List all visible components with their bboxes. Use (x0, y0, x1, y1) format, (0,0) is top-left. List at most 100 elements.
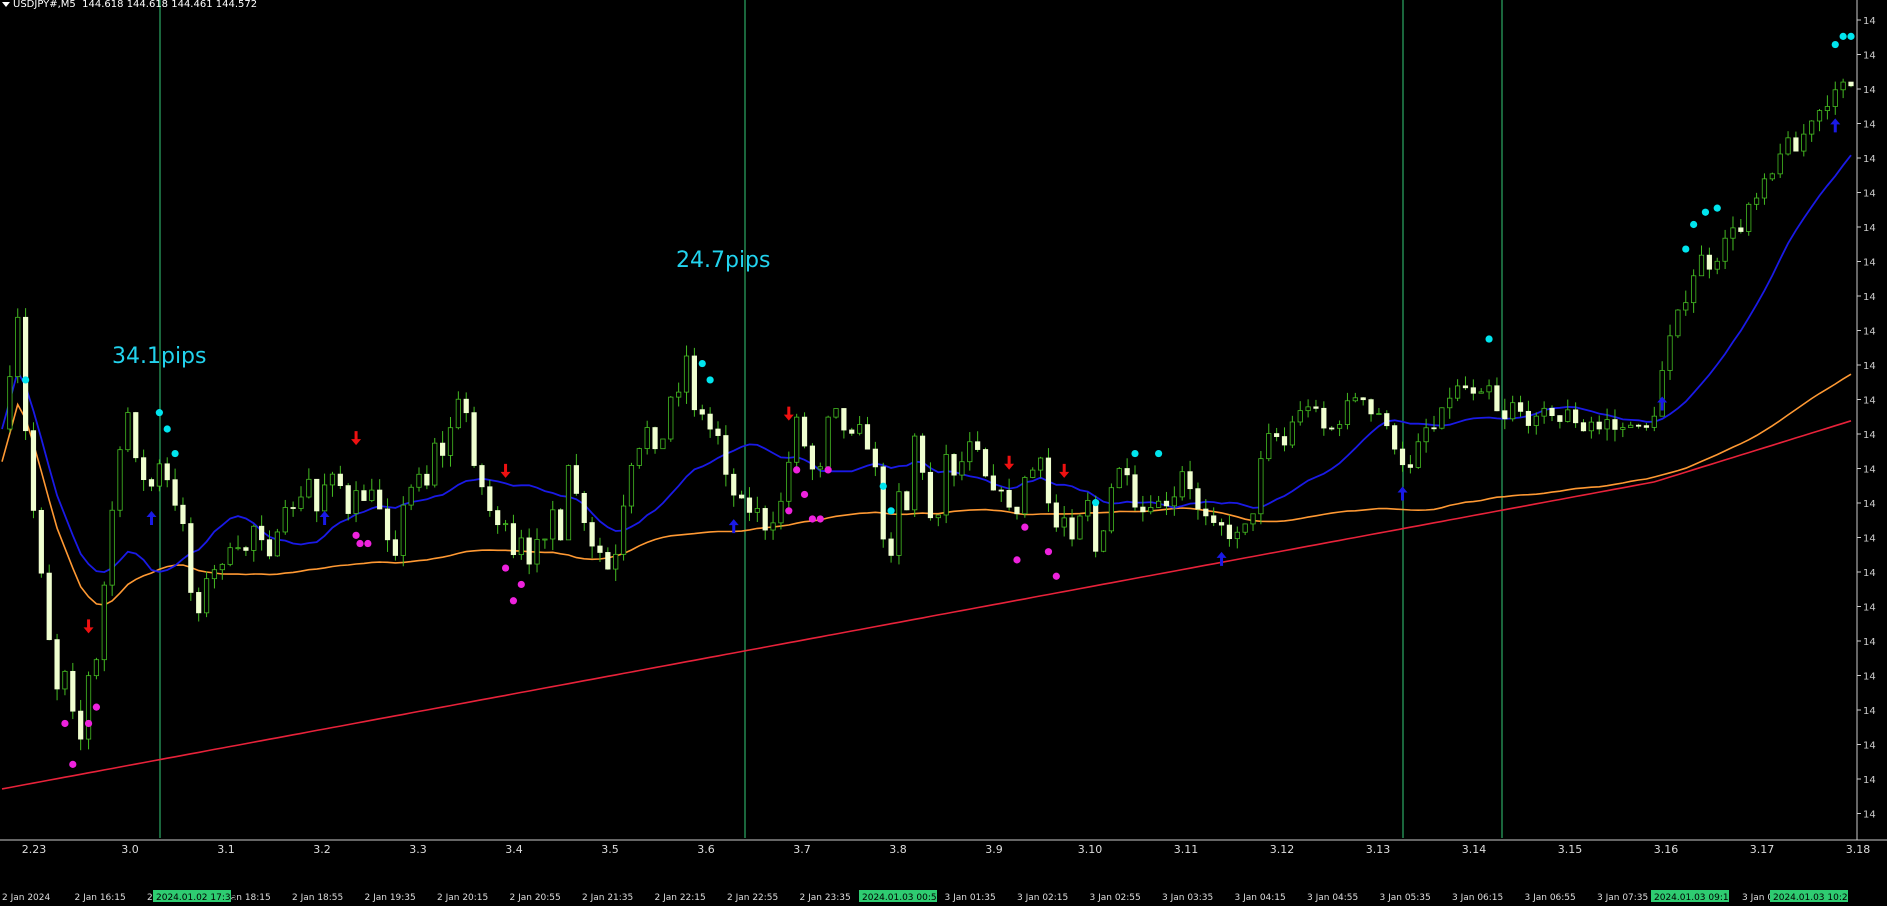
svg-text:2024.01.02 17:35: 2024.01.02 17:35 (156, 893, 236, 903)
candle-body (597, 545, 603, 553)
candle-body (1517, 402, 1524, 412)
candle-body (1454, 385, 1461, 399)
svg-text:2024.01.03 00:55: 2024.01.03 00:55 (862, 893, 942, 903)
candle-body (298, 496, 304, 509)
candle-body (794, 416, 800, 463)
x-tick-label: 3.2 (313, 843, 331, 856)
cyan-signal-dot (887, 507, 895, 515)
candle-body (1376, 413, 1382, 415)
candle-body (1620, 427, 1626, 430)
y-tick-label: 14 (1863, 120, 1876, 131)
candle-body (1069, 517, 1075, 540)
candle-body (46, 572, 52, 641)
candle-body (400, 504, 406, 556)
time-tick-label: 3 Jan 05:35 (1380, 893, 1431, 903)
candle-body (1258, 458, 1264, 515)
candle-body (447, 427, 454, 456)
candle-body (1077, 515, 1083, 540)
y-tick-label: 14 (1863, 361, 1876, 372)
candle-body (290, 507, 296, 509)
candle-body (1242, 523, 1248, 533)
svg-text:2024.01.03 10:25: 2024.01.03 10:25 (1773, 893, 1853, 903)
candle-body (1824, 106, 1830, 112)
highlight-time-badge: 2024.01.03 09:10 (1651, 890, 1735, 903)
candle-body (809, 445, 816, 470)
cyan-signal-dot (879, 482, 887, 490)
magenta-signal-dot (509, 597, 518, 605)
candle-body (463, 398, 469, 414)
highlight-time-badge: 2024.01.02 17:35 (153, 890, 236, 903)
candle-body (180, 504, 186, 524)
candle-body (1100, 530, 1107, 552)
candle-body (1360, 397, 1366, 401)
cyan-signal-dot (1690, 220, 1698, 229)
x-tick-label: 3.0 (121, 843, 139, 856)
candle-body (1392, 425, 1398, 450)
candle-body (904, 491, 910, 511)
x-tick-label: 3.5 (601, 843, 619, 856)
cyan-signal-dot (698, 359, 706, 368)
candle-body (1612, 419, 1618, 430)
x-tick-label: 3.13 (1366, 843, 1391, 856)
candle-body (479, 465, 485, 488)
candle-body (259, 525, 265, 541)
candle-body (1730, 227, 1736, 239)
candle-body (377, 489, 383, 510)
y-tick-label: 14 (1863, 396, 1876, 407)
candle-body (251, 525, 257, 551)
candle-body (699, 409, 705, 415)
cyan-signal-dot (22, 376, 30, 384)
candle-body (329, 473, 336, 486)
candle-body (1329, 427, 1335, 430)
collapse-triangle-icon[interactable] (2, 1, 10, 7)
candle-body (1691, 275, 1697, 304)
candle-body (510, 523, 517, 556)
candle-body (30, 430, 37, 511)
magenta-signal-dot (92, 703, 101, 711)
candle-body (1352, 397, 1358, 402)
candle-body (1706, 254, 1712, 270)
candle-body (1006, 490, 1012, 508)
candle-body (1384, 413, 1390, 427)
candle-body (959, 461, 965, 476)
candle-body (1635, 424, 1642, 427)
price-chart[interactable]: 34.1pips 24.7pips 14 14 14 14 14 14 14 14 14 14 14 1… (0, 0, 1887, 906)
candle-body (1336, 424, 1343, 429)
candle-body (912, 435, 918, 511)
time-tick-label: 2 Jan 23:35 (800, 893, 851, 903)
candle-body (1093, 499, 1099, 552)
time-tick-label: 3 Jan 04:15 (1235, 893, 1286, 903)
magenta-signal-dot (352, 531, 360, 539)
time-tick-label: 3 Jan 03:35 (1162, 893, 1213, 903)
candle-body (1683, 302, 1689, 311)
magenta-signal-dot (356, 539, 364, 548)
candle-body (1399, 448, 1406, 466)
pips-annotation: 24.7pips (676, 248, 771, 273)
candle-body (581, 493, 587, 523)
candle-body (282, 507, 288, 533)
candle-body (38, 509, 44, 574)
candle-body (660, 438, 666, 450)
candle-body (392, 539, 399, 556)
candle-body (1226, 524, 1233, 540)
candle-body (1832, 89, 1838, 107)
candle-body (369, 489, 375, 501)
candle-body (636, 448, 642, 466)
candle-body (101, 584, 107, 661)
candle-body (141, 457, 147, 481)
candle-body (1525, 410, 1532, 426)
candle-body (723, 435, 729, 475)
candle-body (337, 473, 343, 487)
candle-body (1777, 153, 1783, 175)
candle-body (801, 416, 808, 447)
cyan-signal-dot (1713, 204, 1721, 212)
candle-body (321, 484, 328, 512)
candle-body (1179, 471, 1185, 498)
candle-body (1439, 407, 1445, 429)
candle-body (935, 514, 941, 519)
candle-body (1415, 441, 1421, 468)
cyan-signal-dot (171, 449, 179, 458)
x-tick-label: 3.10 (1078, 843, 1103, 856)
x-tick-label: 3.15 (1558, 843, 1583, 856)
x-tick-label: 3.12 (1270, 843, 1295, 856)
